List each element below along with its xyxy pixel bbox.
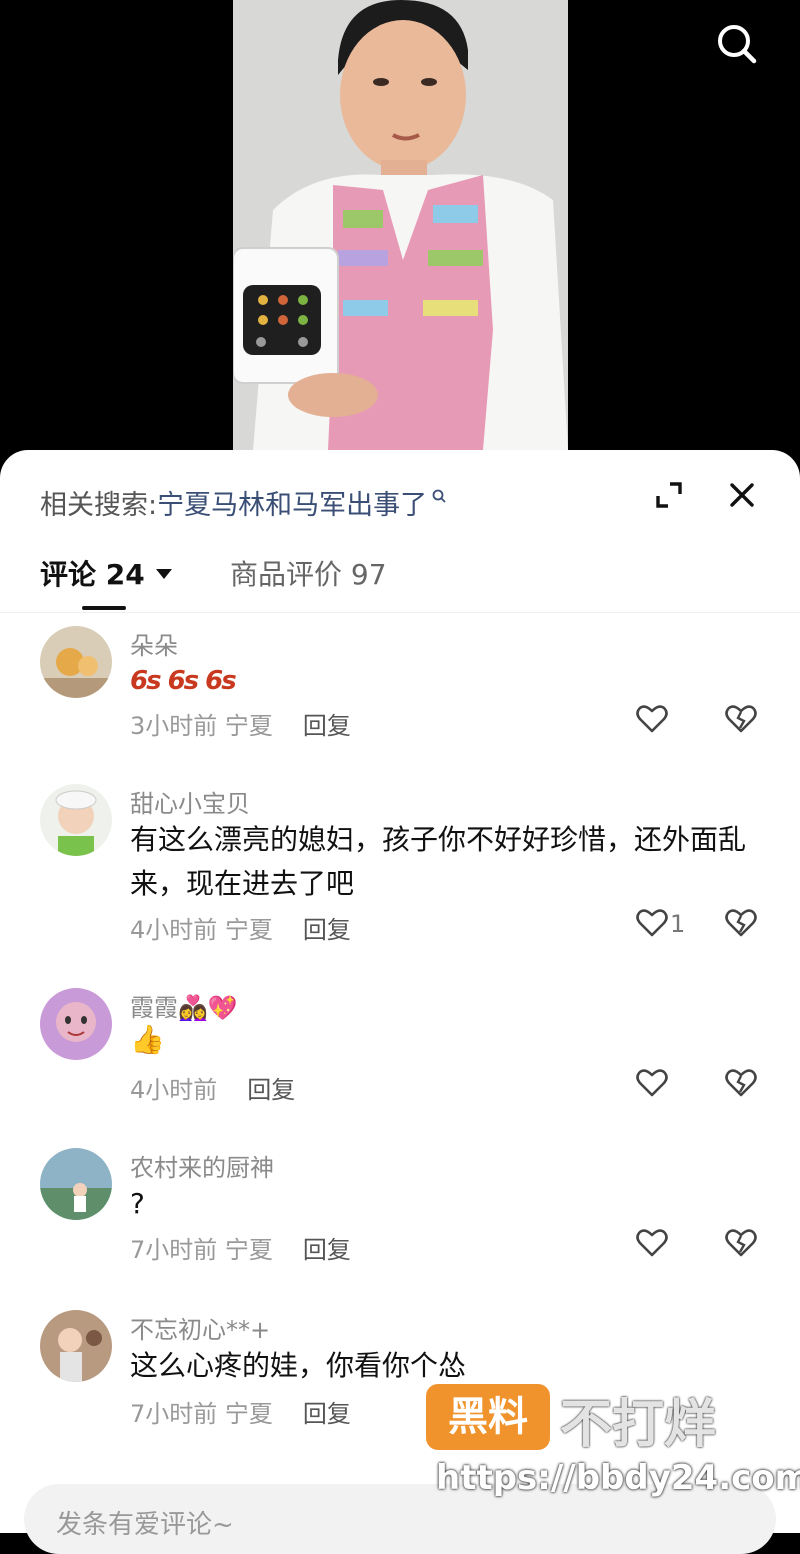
- caret-down-icon: [155, 554, 173, 587]
- expand-button[interactable]: [654, 480, 684, 510]
- comment-author[interactable]: 农村来的厨神: [130, 1148, 274, 1183]
- comment-author[interactable]: 不忘初心**+: [130, 1310, 270, 1345]
- watermark-logo: 黑料: [426, 1384, 550, 1450]
- broken-heart-icon: [725, 705, 757, 733]
- avatar[interactable]: [40, 1310, 112, 1382]
- like-button[interactable]: [636, 1228, 696, 1262]
- reply-button[interactable]: 回复: [303, 1236, 351, 1264]
- dislike-button[interactable]: [724, 1068, 760, 1102]
- comment-sheet: 相关搜索:宁夏马林和马军出事了 评论 24 商品评价 97 朵朵 6s 6s 6s …: [0, 450, 800, 1533]
- like-button[interactable]: [636, 1068, 696, 1102]
- comment-meta: 7小时前 宁夏 回复: [130, 1230, 351, 1265]
- tab-comments[interactable]: 评论 24: [40, 553, 173, 593]
- like-button[interactable]: 1: [636, 908, 696, 942]
- avatar[interactable]: [40, 988, 112, 1060]
- reply-button[interactable]: 回复: [247, 1076, 295, 1104]
- broken-heart-icon: [725, 1229, 757, 1257]
- tabs-divider: [0, 612, 800, 613]
- reply-button[interactable]: 回复: [303, 916, 351, 944]
- comment-meta: 4小时前 回复: [130, 1070, 295, 1105]
- tab-active-indicator: [82, 606, 126, 610]
- sixsix-emoji-icon: 6s: [167, 666, 200, 696]
- comment-text: 👍: [130, 1023, 165, 1056]
- dislike-button[interactable]: [724, 704, 760, 738]
- related-search-label: 相关搜索:: [40, 490, 158, 521]
- close-icon: [730, 483, 754, 507]
- watermark-url: https://bbdy24.com: [436, 1458, 800, 1498]
- dislike-button[interactable]: [724, 1228, 760, 1262]
- watermark-text: 不打烊: [560, 1395, 717, 1455]
- video-player[interactable]: [0, 0, 800, 470]
- broken-heart-icon: [725, 909, 757, 937]
- close-button[interactable]: [726, 479, 758, 511]
- related-search-query[interactable]: 宁夏马林和马军出事了: [157, 490, 427, 521]
- reply-button[interactable]: 回复: [303, 1400, 351, 1428]
- dislike-button[interactable]: [724, 908, 760, 942]
- comment-author[interactable]: 朵朵: [130, 626, 178, 661]
- comment-location: 宁夏: [224, 1236, 273, 1264]
- comment-meta: 4小时前 宁夏 回复: [130, 910, 351, 945]
- heart-icon: [636, 1069, 668, 1097]
- comment-author[interactable]: 甜心小宝贝: [130, 784, 250, 819]
- sixsix-emoji-icon: 6s: [205, 666, 237, 696]
- expand-icon: [656, 482, 682, 508]
- heart-icon: [636, 909, 668, 937]
- related-search[interactable]: 相关搜索:宁夏马林和马军出事了: [40, 480, 447, 522]
- comment-text: 有这么漂亮的媳妇，孩子你不好好珍惜，还外面乱来，现在进去了吧: [130, 823, 747, 900]
- small-search-icon: [431, 480, 447, 511]
- comment-text: ?: [130, 1187, 145, 1220]
- comment-time: 3小时前: [130, 712, 218, 740]
- comment-meta: 7小时前 宁夏 回复: [130, 1394, 351, 1429]
- reply-button[interactable]: 回复: [303, 712, 351, 740]
- like-count: 1: [670, 910, 686, 938]
- video-person-illustration: [233, 0, 568, 450]
- sixsix-emoji-icon: 6s: [130, 666, 162, 696]
- comment-location: 宁夏: [224, 1400, 273, 1428]
- search-icon: [718, 25, 757, 64]
- video-frame: [233, 0, 568, 450]
- avatar[interactable]: [40, 1148, 112, 1220]
- comment-time: 4小时前: [130, 1076, 218, 1104]
- comment-time: 7小时前: [130, 1400, 218, 1428]
- comment-emoji-text: 6s 6s 6s: [130, 662, 243, 699]
- heart-icon: [636, 705, 668, 733]
- comment-location: 宁夏: [224, 712, 273, 740]
- avatar[interactable]: [40, 626, 112, 698]
- tab-product-reviews[interactable]: 商品评价 97: [230, 553, 387, 593]
- tab-comments-label: 评论 24: [40, 558, 145, 591]
- comment-location: 宁夏: [224, 916, 273, 944]
- avatar[interactable]: [40, 784, 112, 856]
- broken-heart-icon: [725, 1069, 757, 1097]
- search-button[interactable]: [712, 20, 760, 68]
- comment-meta: 3小时前 宁夏 回复: [130, 706, 351, 741]
- heart-icon: [636, 1229, 668, 1257]
- comment-time: 7小时前: [130, 1236, 218, 1264]
- like-button[interactable]: [636, 704, 696, 738]
- comment-time: 4小时前: [130, 916, 218, 944]
